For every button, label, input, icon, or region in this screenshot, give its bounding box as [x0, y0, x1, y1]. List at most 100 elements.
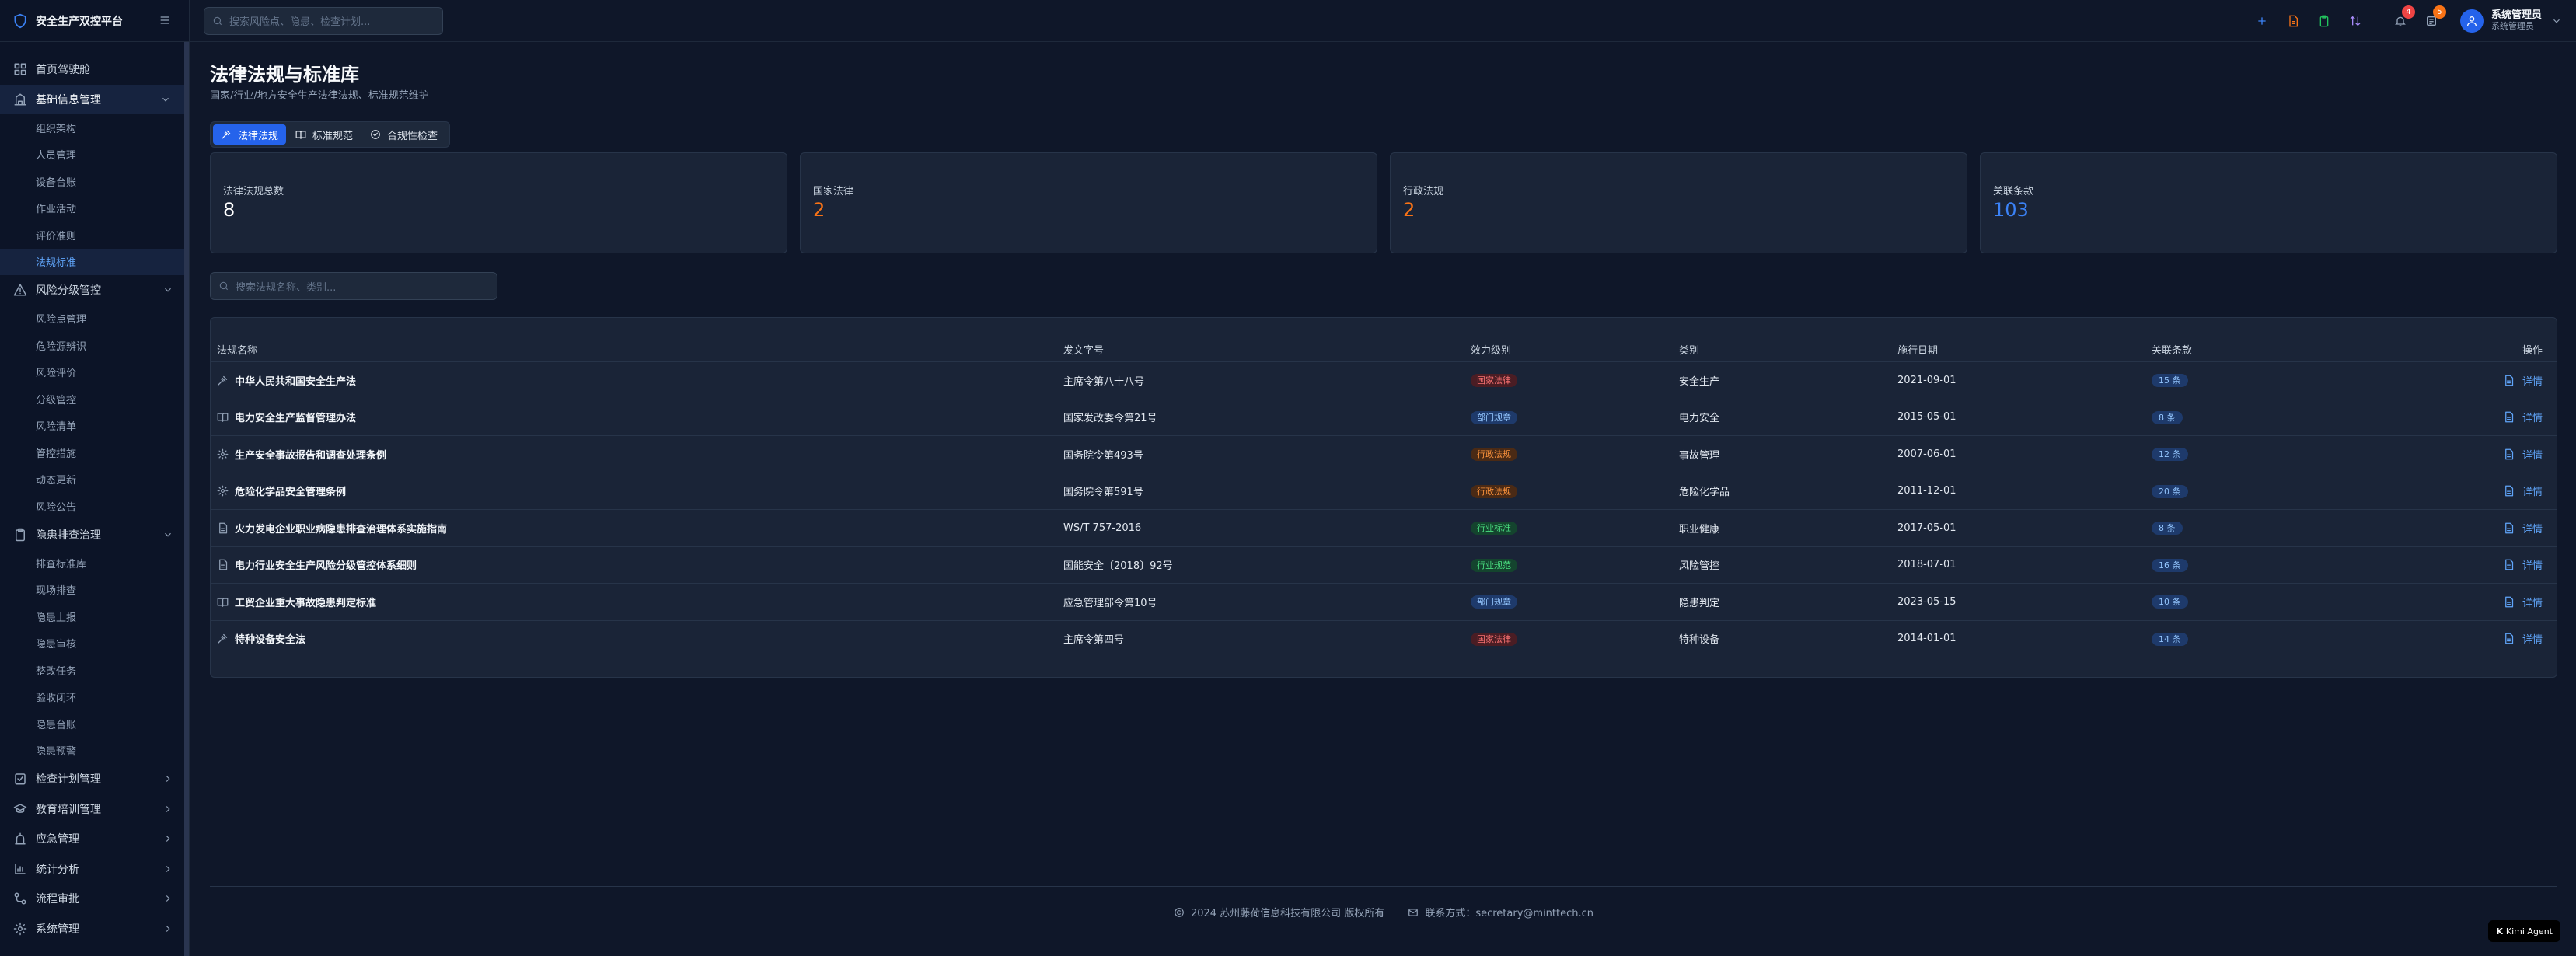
kimi-agent-button[interactable]: K Kimi Agent [2488, 920, 2560, 942]
chevron-right-icon [162, 893, 173, 904]
detail-button[interactable]: 详情 [2503, 373, 2543, 388]
main-content: 法律法规与标准库 国家/行业/地方安全生产法律法规、标准规范维护 法律法规 标准规… [210, 42, 2557, 956]
detail-button[interactable]: 详情 [2503, 521, 2543, 536]
bell-icon[interactable]: 4 [2392, 5, 2415, 30]
sidebar-item-7[interactable]: 统计分析 [0, 854, 189, 884]
sidebar-item-3[interactable]: 隐患排查治理 [0, 520, 189, 550]
doc-number: 主席令第四号 [1063, 634, 1125, 647]
shield-logo-icon [14, 13, 26, 28]
sidebar-subitem[interactable]: 隐患审核 [0, 630, 189, 658]
user-role: 系统管理员 [2490, 21, 2534, 31]
sidebar-item-6[interactable]: 应急管理 [0, 824, 189, 854]
bell-badge: 4 [2401, 5, 2415, 19]
table-row[interactable]: 电力安全生产监督管理办法 国家发改委令第21号 部门规章 电力安全 2015-05-01… [211, 398, 2557, 436]
table-row[interactable]: 中华人民共和国安全生产法 主席令第八十八号 国家法律 安全生产 2021-09-01 15… [211, 361, 2557, 399]
tasks-icon[interactable]: 5 [2423, 5, 2446, 30]
transfer-icon[interactable] [2347, 12, 2364, 30]
category: 隐患判定 [1679, 597, 1720, 609]
sidebar-subitem[interactable]: 管控措施 [0, 439, 189, 466]
plus-icon[interactable] [2253, 12, 2271, 30]
sidebar-item-1[interactable]: 基础信息管理 [0, 84, 189, 114]
sidebar-subitem[interactable]: 隐患预警 [0, 738, 189, 765]
category: 事故管理 [1679, 449, 1720, 462]
book-icon [295, 131, 306, 139]
stat-label: 法律法规总数 [223, 186, 284, 197]
tab-1[interactable]: 标准规范 [288, 124, 361, 145]
menu-toggle-icon[interactable] [158, 14, 172, 28]
detail-button[interactable]: 详情 [2503, 595, 2543, 609]
sidebar-subitem[interactable]: 作业活动 [0, 195, 189, 222]
sidebar-subitem[interactable]: 隐患台账 [0, 710, 189, 738]
table-row[interactable]: 危险化学品安全管理条例 国务院令第591号 行政法规 危险化学品 2011-12-01 2… [211, 472, 2557, 510]
level-badge-cell: 行政法规 [1471, 484, 1517, 498]
sidebar-item-2[interactable]: 风险分级管控 [0, 275, 189, 305]
level-badge-cell: 行政法规 [1471, 448, 1517, 462]
global-search-placeholder: 搜索风险点、隐患、检查计划... [229, 16, 371, 28]
file-icon[interactable] [2285, 12, 2302, 30]
detail-button[interactable]: 详情 [2503, 631, 2543, 646]
header-name: 法规名称 [217, 344, 258, 357]
table-row[interactable]: 特种设备安全法 主席令第四号 国家法律 特种设备 2014-01-01 14 条 详情 [211, 619, 2557, 658]
sidebar-subitem[interactable]: 验收闭环 [0, 684, 189, 711]
sidebar-item-9[interactable]: 系统管理 [0, 914, 189, 944]
sidebar-item-8[interactable]: 流程审批 [0, 884, 189, 914]
detail-button[interactable]: 详情 [2503, 557, 2543, 572]
sidebar-subitem[interactable]: 风险公告 [0, 493, 189, 520]
clipboard-icon[interactable] [2316, 12, 2333, 30]
doc-number: 应急管理部令第10号 [1063, 597, 1157, 609]
table-row[interactable]: 电力行业安全生产风险分级管控体系细则 国能安全〔2018〕92号 行业规范 风险管控 2… [211, 546, 2557, 584]
stat-value: 2 [1403, 199, 1415, 221]
level-badge: 行政法规 [1471, 484, 1517, 498]
sidebar-subitem[interactable]: 排查标准库 [0, 550, 189, 577]
level-badge: 国家法律 [1471, 374, 1517, 388]
regulation-name: 特种设备安全法 [217, 631, 305, 646]
level-badge-cell: 国家法律 [1471, 632, 1517, 646]
user-menu[interactable]: 系统管理员 系统管理员 [2459, 9, 2562, 33]
sidebar-subitem[interactable]: 整改任务 [0, 657, 189, 684]
sidebar-subitem[interactable]: 动态更新 [0, 466, 189, 494]
file-text-icon [2505, 485, 2514, 497]
sidebar-item-0[interactable]: 首页驾驶舱 [0, 54, 189, 85]
gear-icon [217, 485, 229, 497]
table-row[interactable]: 火力发电企业职业病隐患排查治理体系实施指南 WS/T 757-2016 行业标准 职业… [211, 509, 2557, 546]
chevron-down-icon [162, 284, 173, 295]
tab-label: 标准规范 [312, 130, 354, 142]
tab-2[interactable]: 合规性检查 [362, 124, 445, 145]
sidebar-subitem[interactable]: 隐患上报 [0, 603, 189, 630]
tab-0[interactable]: 法律法规 [213, 124, 287, 145]
sidebar-item-label: 风险分级管控 [36, 284, 101, 298]
regulation-search-input[interactable]: 搜索法规名称、类别... [210, 272, 497, 300]
sidebar-item-label: 首页驾驶舱 [36, 64, 90, 77]
sidebar-item-label: 系统管理 [36, 923, 79, 936]
table-row[interactable]: 工贸企业重大事故隐患判定标准 应急管理部令第10号 部门规章 隐患判定 2023-05-… [211, 583, 2557, 620]
sidebar-subitem[interactable]: 现场排查 [0, 577, 189, 604]
category: 风险管控 [1679, 560, 1720, 573]
sidebar-subitem[interactable]: 分级管控 [0, 386, 189, 413]
regulation-name: 火力发电企业职业病隐患排查治理体系实施指南 [217, 521, 447, 536]
sidebar-subitem[interactable]: 风险点管理 [0, 305, 189, 333]
doc-number: 国能安全〔2018〕92号 [1063, 560, 1173, 573]
sidebar-item-label: 隐患排查治理 [36, 529, 101, 542]
sidebar-item-4[interactable]: 检查计划管理 [0, 764, 189, 794]
sidebar-scrollbar[interactable] [184, 42, 189, 956]
sidebar-subitem[interactable]: 风险评价 [0, 359, 189, 386]
sidebar-subitem[interactable]: 风险清单 [0, 413, 189, 440]
clause-count-cell: 14 条 [2152, 632, 2188, 646]
sidebar-subitem[interactable]: 组织架构 [0, 114, 189, 141]
footer-contact: 联系方式：secretary@minttech.cn [1425, 908, 1594, 919]
file-text-icon [2505, 559, 2514, 570]
detail-button[interactable]: 详情 [2503, 447, 2543, 462]
sidebar-subitem[interactable]: 人员管理 [0, 141, 189, 169]
stat-card: 法律法规总数 8 [210, 152, 787, 253]
database-icon [12, 92, 28, 107]
detail-button[interactable]: 详情 [2503, 410, 2543, 424]
detail-button[interactable]: 详情 [2503, 483, 2543, 498]
sidebar-subitem[interactable]: 法规标准 [0, 248, 189, 275]
sidebar-subitem[interactable]: 危险源辨识 [0, 332, 189, 359]
table-row[interactable]: 生产安全事故报告和调查处理条例 国务院令第493号 行政法规 事故管理 2007-06-… [211, 435, 2557, 473]
sidebar-subitem[interactable]: 设备台账 [0, 168, 189, 195]
global-search-input[interactable]: 搜索风险点、隐患、检查计划... [204, 6, 443, 35]
sidebar-subitem[interactable]: 评价准则 [0, 222, 189, 249]
sidebar-item-label: 统计分析 [36, 863, 79, 876]
sidebar-item-5[interactable]: 教育培训管理 [0, 794, 189, 825]
